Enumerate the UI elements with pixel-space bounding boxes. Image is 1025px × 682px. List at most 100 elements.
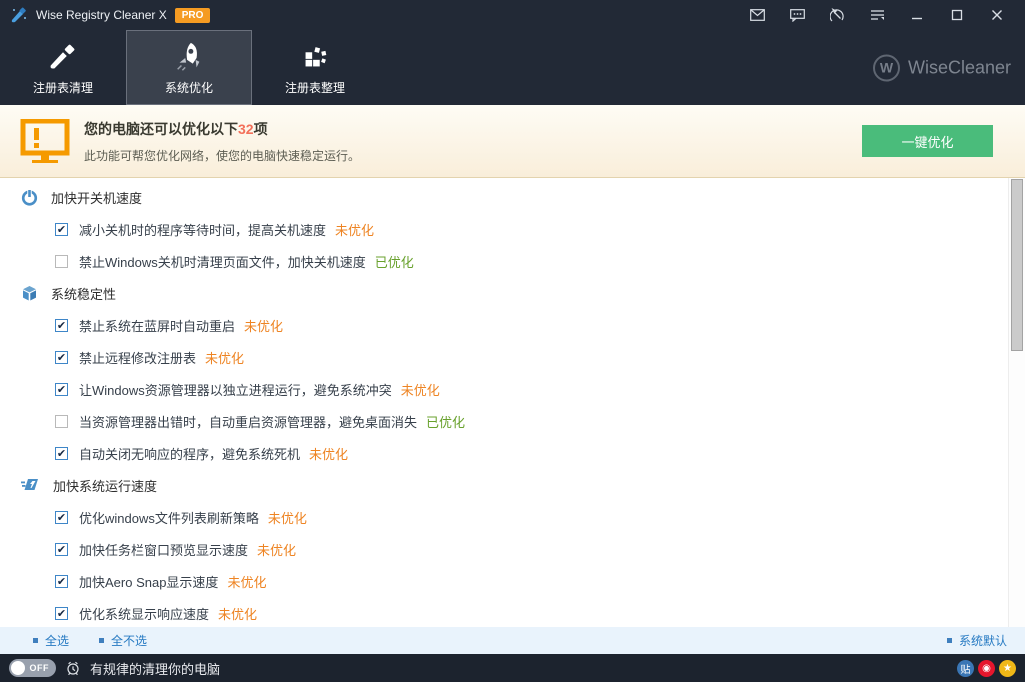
item-checkbox[interactable]: ✔ [55, 319, 68, 332]
notice-subtitle: 此功能可帮您优化网络，使您的电脑快速稳定运行。 [84, 147, 862, 164]
brand-circle-icon: W [873, 54, 900, 81]
item-checkbox[interactable]: ✔ [55, 223, 68, 236]
one-click-optimize-button[interactable]: 一键优化 [862, 125, 993, 157]
item-label: 自动关闭无响应的程序，避免系统死机 [79, 444, 300, 463]
defrag-icon [298, 40, 332, 74]
close-icon [991, 9, 1003, 21]
list-item[interactable]: ✔ 让Windows资源管理器以独立进程运行，避免系统冲突未优化 [0, 373, 1025, 405]
maximize-button[interactable] [937, 0, 977, 30]
list-item[interactable]: ✔禁止远程修改注册表未优化 [0, 341, 1025, 373]
list-item[interactable]: ✔优化windows文件列表刷新策略未优化 [0, 501, 1025, 533]
optimizable-count: 32 [238, 121, 254, 137]
pro-badge: PRO [175, 8, 211, 23]
status-badge: 未优化 [268, 508, 307, 527]
tab-label: 注册表整理 [285, 79, 345, 96]
weibo-icon[interactable]: ◉ [978, 660, 995, 677]
tab-tuneup[interactable]: 系统优化 [126, 30, 252, 105]
tab-label: 系统优化 [165, 79, 213, 96]
cube-icon [21, 285, 38, 302]
status-badge: 未优化 [218, 604, 257, 623]
status-badge: 未优化 [309, 444, 348, 463]
list-item[interactable]: ✔ 加快Aero Snap显示速度未优化 [0, 565, 1025, 597]
schedule-toggle[interactable]: OFF [9, 659, 56, 677]
close-button[interactable] [977, 0, 1017, 30]
status-badge: 未优化 [335, 220, 374, 239]
menu-button[interactable] [857, 0, 897, 30]
group-title: 加快开关机速度 [51, 188, 142, 207]
list-item[interactable]: ✔ 加快任务栏窗口预览显示速度未优化 [0, 533, 1025, 565]
tab-defrag[interactable]: 注册表整理 [252, 30, 378, 105]
tab-label: 注册表清理 [33, 79, 93, 96]
item-checkbox[interactable]: ✔ [55, 447, 68, 460]
list-item[interactable]: ✔ 自动关闭无响应的程序，避免系统死机未优化 [0, 437, 1025, 469]
list-item[interactable]: 禁止Windows关机时清理页面文件，加快关机速度已优化 [0, 245, 1025, 277]
toggle-knob [11, 661, 25, 675]
mail-icon [750, 9, 765, 21]
feedback-button[interactable] [777, 0, 817, 30]
item-checkbox[interactable] [55, 415, 68, 428]
system-default-link[interactable]: 系统默认 [947, 632, 1007, 649]
titlebar: Wise Registry Cleaner X PRO [0, 0, 1025, 30]
status-badge: 未优化 [401, 380, 440, 399]
menu-icon [870, 9, 885, 22]
item-checkbox[interactable]: ✔ [55, 351, 68, 364]
bullet-icon [947, 638, 952, 643]
app-logo-icon [10, 6, 28, 24]
notice-title: 您的电脑还可以优化以下32项 [84, 119, 862, 139]
brand-name: WiseCleaner [908, 57, 1011, 78]
group-title: 加快系统运行速度 [53, 476, 157, 495]
list-item[interactable]: ✔禁止系统在蓝屏时自动重启未优化 [0, 309, 1025, 341]
wrench-icon [830, 8, 845, 23]
status-bar: OFF 有规律的清理你的电脑 贴◉★ [0, 654, 1025, 682]
item-label: 让Windows资源管理器以独立进程运行，避免系统冲突 [79, 380, 392, 399]
group-header: 加快开关机速度 [0, 181, 1025, 213]
item-checkbox[interactable] [55, 255, 68, 268]
rocket-icon [172, 40, 206, 74]
select-all-link[interactable]: 全选 [33, 632, 69, 649]
group-header: 加快系统运行速度 [0, 469, 1025, 501]
power-icon [21, 189, 38, 206]
list-item[interactable]: ✔优化系统显示响应速度未优化 [0, 597, 1025, 629]
item-label: 加快任务栏窗口预览显示速度 [79, 540, 248, 559]
window-title: Wise Registry Cleaner X [36, 8, 167, 22]
item-checkbox[interactable]: ✔ [55, 543, 68, 556]
list-item[interactable]: ✔ 减小关机时的程序等待时间，提高关机速度未优化 [0, 213, 1025, 245]
status-text: 有规律的清理你的电脑 [90, 659, 220, 678]
group-title: 系统稳定性 [51, 284, 116, 303]
minimize-button[interactable] [897, 0, 937, 30]
minimize-icon [911, 9, 923, 21]
item-label: 禁止远程修改注册表 [79, 348, 196, 367]
mail-button[interactable] [737, 0, 777, 30]
status-badge: 已优化 [426, 412, 465, 431]
tab-clean[interactable]: 注册表清理 [0, 30, 126, 105]
feedback-icon [790, 9, 805, 22]
brand-logo: W WiseCleaner [873, 54, 1011, 81]
scrollbar-thumb[interactable] [1011, 179, 1023, 351]
item-label: 减小关机时的程序等待时间，提高关机速度 [79, 220, 326, 239]
nav-tab-bar: 注册表清理 系统优化 注册表整理 W WiseCleaner [0, 30, 1025, 105]
list-item[interactable]: 当资源管理器出错时，自动重启资源管理器，避免桌面消失已优化 [0, 405, 1025, 437]
item-checkbox[interactable]: ✔ [55, 607, 68, 620]
status-badge: 未优化 [227, 572, 266, 591]
item-checkbox[interactable]: ✔ [55, 511, 68, 524]
item-checkbox[interactable]: ✔ [55, 575, 68, 588]
item-label: 当资源管理器出错时，自动重启资源管理器，避免桌面消失 [79, 412, 417, 431]
item-label: 禁止Windows关机时清理页面文件，加快关机速度 [79, 252, 366, 271]
item-label: 加快Aero Snap显示速度 [79, 572, 218, 591]
qzone-icon[interactable]: ★ [999, 660, 1016, 677]
group-header: 系统稳定性 [0, 277, 1025, 309]
select-none-link[interactable]: 全不选 [99, 632, 147, 649]
maximize-icon [951, 9, 963, 21]
bullet-icon [99, 638, 104, 643]
tieba-icon[interactable]: 贴 [957, 660, 974, 677]
status-badge: 未优化 [257, 540, 296, 559]
status-badge: 未优化 [244, 316, 283, 335]
item-checkbox[interactable]: ✔ [55, 383, 68, 396]
notice-bar: 您的电脑还可以优化以下32项 此功能可帮您优化网络，使您的电脑快速稳定运行。 一… [0, 105, 1025, 178]
optimization-list-panel: 加快开关机速度✔减小关机时的程序等待时间，提高关机速度未优化禁止Windows关… [0, 178, 1025, 627]
support-button[interactable] [817, 0, 857, 30]
warning-monitor-icon [20, 119, 70, 163]
bullet-icon [33, 638, 38, 643]
scrollbar-track[interactable] [1008, 178, 1025, 627]
status-badge: 已优化 [375, 252, 414, 271]
